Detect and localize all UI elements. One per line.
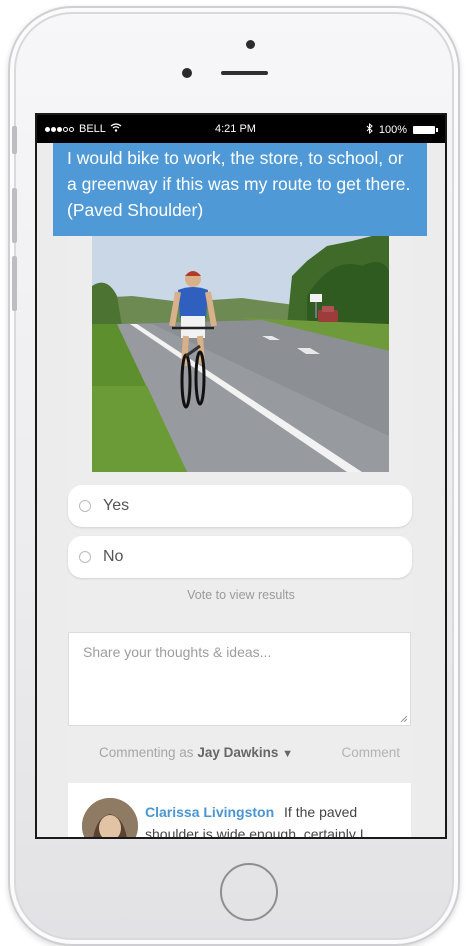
- commenting-prefix: Commenting as: [99, 745, 194, 760]
- comment-item: Clarissa Livingston If the paved shoulde…: [68, 783, 411, 837]
- comment-input-placeholder: Share your thoughts & ideas...: [83, 644, 272, 660]
- resize-handle-icon[interactable]: [399, 714, 407, 722]
- battery-icon: [413, 126, 438, 134]
- signal-icon: [45, 123, 75, 135]
- radio-no[interactable]: [79, 551, 91, 563]
- front-camera: [246, 40, 255, 49]
- status-bar: BELL 4:21 PM 100%: [37, 115, 445, 143]
- radio-yes[interactable]: [79, 500, 91, 512]
- comment-author[interactable]: Clarissa Livingston: [145, 804, 274, 820]
- vote-note: Vote to view results: [187, 588, 295, 602]
- commenting-user[interactable]: Jay Dawkins: [197, 745, 278, 760]
- option-no[interactable]: No: [68, 536, 412, 578]
- poll-image: [92, 236, 389, 472]
- status-time: 4:21 PM: [215, 123, 256, 135]
- comment-button[interactable]: Comment: [341, 745, 400, 760]
- commenting-as: Commenting as Jay Dawkins ▼: [99, 745, 293, 760]
- option-yes-label: Yes: [103, 497, 130, 514]
- proximity-sensor: [182, 68, 192, 78]
- option-no-label: No: [103, 548, 124, 565]
- poll-question: I would bike to work, the store, to scho…: [53, 143, 427, 236]
- bluetooth-icon: [366, 122, 373, 137]
- user-dropdown-icon[interactable]: ▼: [282, 748, 293, 760]
- comment-input[interactable]: Share your thoughts & ideas...: [68, 632, 411, 726]
- wifi-icon: [110, 123, 122, 135]
- mute-switch: [12, 126, 17, 154]
- phone-screen: BELL 4:21 PM 100% I would bike to work, …: [35, 113, 447, 839]
- volume-down-button: [12, 256, 17, 311]
- option-yes[interactable]: Yes: [68, 485, 412, 527]
- volume-up-button: [12, 188, 17, 243]
- carrier-name: BELL: [79, 123, 106, 135]
- battery-percent: 100%: [378, 124, 407, 136]
- comment-body: Clarissa Livingston If the paved shoulde…: [145, 801, 395, 837]
- avatar: [82, 798, 138, 837]
- earpiece-speaker: [221, 71, 268, 75]
- home-button[interactable]: [220, 863, 278, 921]
